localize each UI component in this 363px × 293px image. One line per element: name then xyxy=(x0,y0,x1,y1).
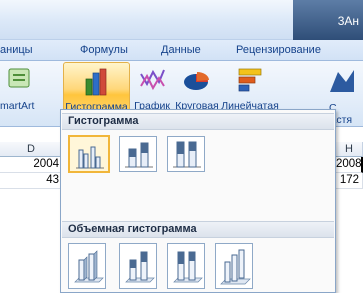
chart-type-3d-clustered-column[interactable] xyxy=(68,243,106,289)
column-chart-gallery: Гистограмма Объемная гистограмма xyxy=(60,109,336,293)
pie-chart-icon xyxy=(184,72,209,90)
line-chart-icon xyxy=(140,69,165,91)
tab-formulas[interactable]: Формулы xyxy=(80,44,128,56)
clustered-column-icon xyxy=(76,146,104,169)
stacked-column-icon xyxy=(125,142,153,168)
chart-type-3d-100-stacked-column[interactable] xyxy=(167,243,205,289)
smartart-icon xyxy=(8,68,30,88)
column-chart-icon xyxy=(85,68,107,96)
tab-page-layout[interactable]: аницы xyxy=(0,44,33,56)
gallery-section-3d-column: Объемная гистограмма xyxy=(62,221,334,238)
tab-review[interactable]: Рецензирование xyxy=(236,44,321,56)
window-title: 3Ан xyxy=(337,14,359,28)
chart-type-3d-stacked-column[interactable] xyxy=(119,243,157,289)
chart-type-3d-column[interactable] xyxy=(215,243,253,289)
gallery-section-2d-column: Гистограмма xyxy=(62,113,334,130)
cell-h-row1[interactable]: 2008 xyxy=(336,157,363,173)
column-header-d[interactable]: D xyxy=(0,142,63,157)
bar-chart-icon xyxy=(238,68,262,92)
chart-type-stacked-column[interactable] xyxy=(119,136,157,172)
100-stacked-column-icon xyxy=(173,141,201,168)
smartart-button[interactable]: martArt xyxy=(0,62,34,122)
cell-d-row1[interactable]: 2004 xyxy=(0,157,63,173)
area-chart-icon xyxy=(330,70,354,92)
3d-100-stacked-column-icon xyxy=(173,251,203,283)
chart-type-clustered-column[interactable] xyxy=(68,135,110,173)
tab-data[interactable]: Данные xyxy=(161,44,201,56)
3d-clustered-column-icon xyxy=(74,250,104,283)
chart-type-100-stacked-column[interactable] xyxy=(167,136,205,172)
cell-d-row2[interactable]: 43 xyxy=(0,173,63,189)
column-header-h[interactable]: H xyxy=(336,142,363,157)
smartart-label: martArt xyxy=(0,100,35,112)
3d-column-icon xyxy=(220,249,251,285)
3d-stacked-column-icon xyxy=(125,251,155,283)
excel-window: 3Ан аницы Формулы Данные Рецензирование … xyxy=(0,0,363,293)
title-bar: 3Ан xyxy=(0,0,363,40)
ribbon-tabs: аницы Формулы Данные Рецензирование xyxy=(0,40,363,61)
cell-h-row2[interactable]: 172 xyxy=(336,173,363,189)
